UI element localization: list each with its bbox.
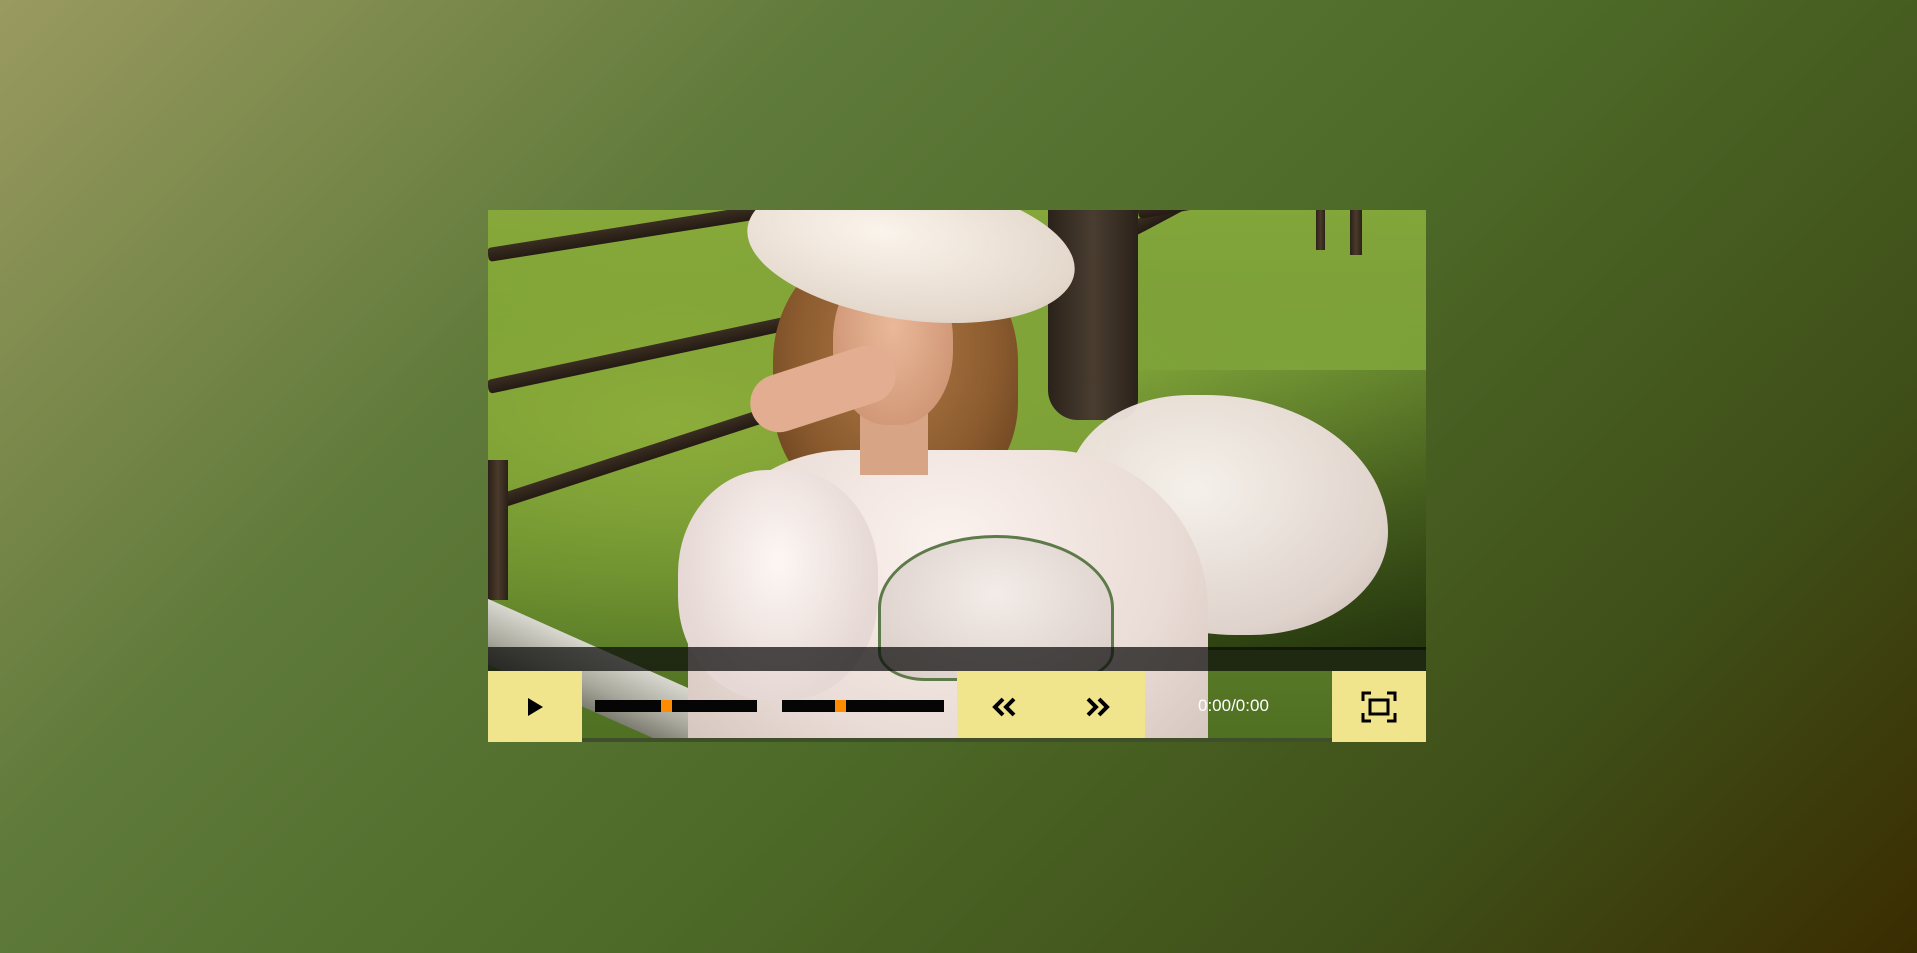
rewind-icon bbox=[989, 696, 1019, 718]
video-player[interactable]: 0:00/0:00 bbox=[488, 210, 1426, 742]
fence-post bbox=[488, 460, 508, 600]
controls-top-strip bbox=[488, 647, 1426, 671]
rewind-button[interactable] bbox=[957, 671, 1051, 742]
fence-post bbox=[1350, 210, 1362, 255]
forward-button[interactable] bbox=[1051, 671, 1145, 742]
seek-buttons bbox=[957, 671, 1145, 742]
play-icon bbox=[525, 697, 545, 717]
fence-post bbox=[1316, 210, 1325, 250]
volume-thumb[interactable] bbox=[835, 700, 846, 712]
fullscreen-button[interactable] bbox=[1332, 671, 1426, 742]
fullscreen-icon bbox=[1361, 691, 1397, 723]
progress-slider[interactable] bbox=[595, 700, 757, 712]
time-display: 0:00/0:00 bbox=[1198, 696, 1269, 715]
progress-track-line bbox=[582, 738, 1332, 742]
play-button[interactable] bbox=[488, 671, 582, 742]
progress-thumb[interactable] bbox=[661, 700, 672, 712]
fast-forward-icon bbox=[1083, 696, 1113, 718]
volume-slider[interactable] bbox=[782, 700, 944, 712]
fence-rail bbox=[488, 313, 803, 394]
player-controls: 0:00/0:00 bbox=[488, 671, 1426, 742]
